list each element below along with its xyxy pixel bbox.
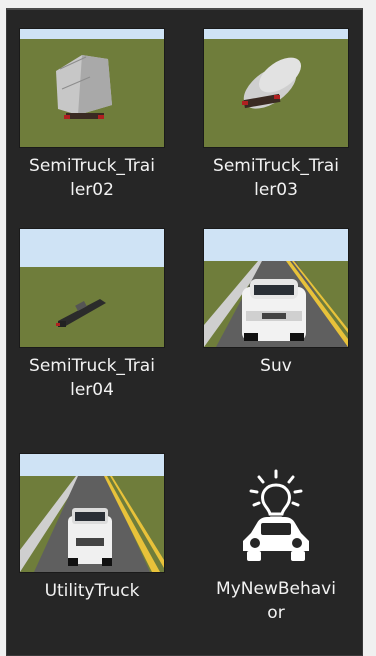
- asset-label: SemiTruck_Trailer04: [29, 356, 155, 400]
- utility-truck-road-icon: [19, 453, 165, 573]
- asset-tile-semitruck-trailer04[interactable]: SemiTruck_Trailer04: [19, 228, 165, 402]
- semi-trailer-box-icon: [19, 28, 165, 148]
- asset-tile-mynewbehavior[interactable]: MyNewBehavior: [203, 453, 349, 625]
- car-lightbulb-behavior-icon: [204, 453, 348, 571]
- asset-tile-utilitytruck[interactable]: UtilityTruck: [19, 453, 165, 603]
- asset-tile-semitruck-trailer02[interactable]: SemiTruck_Trailer02: [19, 28, 165, 202]
- suv-road-icon: [203, 228, 349, 348]
- asset-label: MyNewBehavior: [216, 579, 336, 623]
- asset-browser-panel: SemiTruck_Trailer02 SemiTruck_Trailer03: [6, 8, 363, 656]
- asset-label: SemiTruck_Trailer02: [29, 156, 155, 200]
- asset-tile-suv[interactable]: Suv: [203, 228, 349, 378]
- semi-trailer-flatbed-icon: [19, 228, 165, 348]
- asset-label: SemiTruck_Trailer03: [213, 156, 339, 200]
- asset-label: Suv: [260, 356, 292, 376]
- panel-scrollbar-track[interactable]: [363, 8, 376, 656]
- asset-tile-semitruck-trailer03[interactable]: SemiTruck_Trailer03: [203, 28, 349, 202]
- semi-trailer-tanker-icon: [203, 28, 349, 148]
- asset-label: UtilityTruck: [44, 581, 140, 601]
